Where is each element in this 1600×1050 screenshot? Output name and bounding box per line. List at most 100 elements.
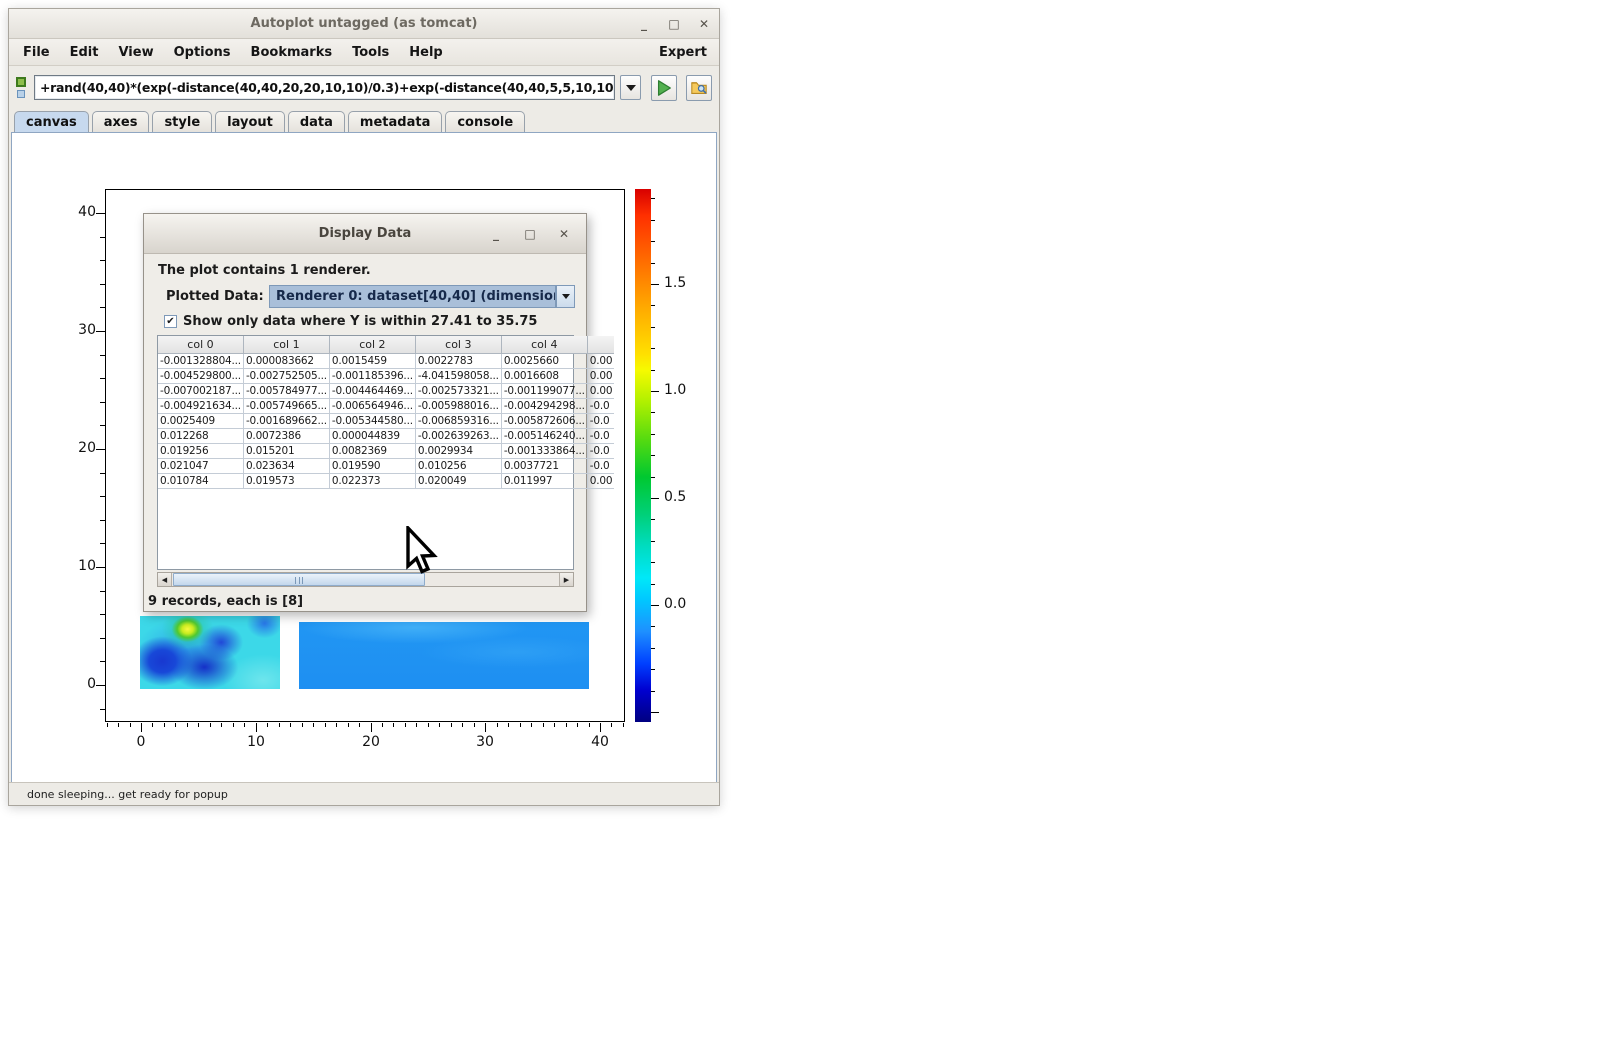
table-cell[interactable]: 0.00: [587, 473, 614, 488]
table-cell[interactable]: -0.005872606...: [501, 413, 587, 428]
menu-item-tools[interactable]: Tools: [342, 45, 399, 60]
table-cell[interactable]: 0.021047: [158, 458, 243, 473]
table-cell[interactable]: 0.022373: [329, 473, 415, 488]
column-header[interactable]: col 4: [501, 336, 587, 353]
table-cell[interactable]: -0.005988016...: [415, 398, 501, 413]
table-cell[interactable]: -0.005146240...: [501, 428, 587, 443]
table-cell[interactable]: 0.019590: [329, 458, 415, 473]
menu-item-view[interactable]: View: [108, 45, 163, 60]
axis-tick: [96, 331, 105, 332]
menu-item-options[interactable]: Options: [164, 45, 241, 60]
table-cell[interactable]: -0.0: [587, 413, 614, 428]
table-cell[interactable]: -0.002573321...: [415, 383, 501, 398]
tab-console[interactable]: console: [445, 111, 525, 132]
scrollbar-thumb[interactable]: [173, 573, 425, 586]
table-cell[interactable]: -0.001199077...: [501, 383, 587, 398]
table-cell[interactable]: -0.0: [587, 458, 614, 473]
column-header[interactable]: col 0: [158, 336, 243, 353]
scrollbar-track[interactable]: [172, 573, 559, 586]
table-cell[interactable]: 0.00: [587, 353, 614, 368]
table-cell[interactable]: 0.019256: [158, 443, 243, 458]
scroll-left-button[interactable]: ◀: [158, 573, 172, 586]
plot-canvas[interactable]: Display Data _ □ ✕ The plot contains 1 r…: [11, 132, 717, 783]
table-cell[interactable]: 0.0016608: [501, 368, 587, 383]
table-cell[interactable]: 0.000083662: [243, 353, 329, 368]
table-cell[interactable]: 0.0015459: [329, 353, 415, 368]
table-cell[interactable]: -0.002752505...: [243, 368, 329, 383]
maximize-icon[interactable]: □: [667, 17, 681, 31]
table-cell[interactable]: 0.023634: [243, 458, 329, 473]
table-cell[interactable]: 0.012268: [158, 428, 243, 443]
dialog-close-icon[interactable]: ✕: [557, 227, 571, 241]
column-header[interactable]: [587, 336, 614, 353]
tab-layout[interactable]: layout: [215, 111, 285, 132]
table-cell[interactable]: 0.0037721: [501, 458, 587, 473]
table-cell[interactable]: 0.0022783: [415, 353, 501, 368]
column-header[interactable]: col 3: [415, 336, 501, 353]
table-cell[interactable]: -0.006859316...: [415, 413, 501, 428]
table-cell[interactable]: -0.0: [587, 398, 614, 413]
tab-canvas[interactable]: canvas: [14, 111, 89, 132]
table-cell[interactable]: -0.005344580...: [329, 413, 415, 428]
table-cell[interactable]: -0.001689662...: [243, 413, 329, 428]
table-cell[interactable]: -0.007002187...: [158, 383, 243, 398]
close-icon[interactable]: ✕: [697, 17, 711, 31]
menu-item-edit[interactable]: Edit: [60, 45, 109, 60]
table-cell[interactable]: 0.010784: [158, 473, 243, 488]
table-cell[interactable]: 0.0025660: [501, 353, 587, 368]
scroll-right-button[interactable]: ▶: [559, 573, 573, 586]
uri-input[interactable]: +rand(40,40)*(exp(-distance(40,40,20,20,…: [34, 75, 615, 100]
y-filter-checkbox[interactable]: ✔: [164, 315, 177, 328]
combobox-dropdown-button[interactable]: [556, 285, 575, 308]
table-cell[interactable]: 0.0029934: [415, 443, 501, 458]
table-cell[interactable]: -0.001333864...: [501, 443, 587, 458]
table-cell[interactable]: -0.002639263...: [415, 428, 501, 443]
window-titlebar[interactable]: Autoplot untagged (as tomcat) _ □ ✕: [9, 9, 719, 39]
dialog-titlebar[interactable]: Display Data _ □ ✕: [144, 214, 586, 254]
table-cell[interactable]: -0.005784977...: [243, 383, 329, 398]
menu-item-help[interactable]: Help: [399, 45, 452, 60]
table-cell[interactable]: -0.005749665...: [243, 398, 329, 413]
go-button[interactable]: [651, 75, 677, 101]
table-cell[interactable]: -0.004294298...: [501, 398, 587, 413]
plot-layers-icon[interactable]: [16, 75, 29, 101]
dialog-minimize-icon[interactable]: _: [489, 227, 503, 241]
uri-dropdown-button[interactable]: [620, 75, 641, 100]
table-cell[interactable]: 0.00: [587, 368, 614, 383]
table-cell[interactable]: 0.019573: [243, 473, 329, 488]
plotted-data-combobox[interactable]: Renderer 0: dataset[40,40] (dimension...: [269, 285, 556, 308]
table-cell[interactable]: -0.001328804...: [158, 353, 243, 368]
table-cell[interactable]: 0.000044839: [329, 428, 415, 443]
table-cell[interactable]: -0.0: [587, 428, 614, 443]
colorbar-wedge[interactable]: [635, 189, 651, 722]
tab-metadata[interactable]: metadata: [348, 111, 442, 132]
tab-data[interactable]: data: [288, 111, 345, 132]
table-cell[interactable]: 0.011997: [501, 473, 587, 488]
tab-axes[interactable]: axes: [92, 111, 150, 132]
table-cell[interactable]: -0.001185396...: [329, 368, 415, 383]
table-cell[interactable]: 0.0082369: [329, 443, 415, 458]
table-cell[interactable]: 0.020049: [415, 473, 501, 488]
inspect-uri-button[interactable]: [686, 75, 712, 101]
table-cell[interactable]: 0.0072386: [243, 428, 329, 443]
table-cell[interactable]: -0.0: [587, 443, 614, 458]
folder-search-icon: [690, 79, 708, 97]
table-cell[interactable]: -4.041598058...: [415, 368, 501, 383]
table-cell[interactable]: -0.006564946...: [329, 398, 415, 413]
horizontal-scrollbar[interactable]: ◀ ▶: [157, 572, 574, 587]
table-cell[interactable]: 0.00: [587, 383, 614, 398]
column-header[interactable]: col 1: [243, 336, 329, 353]
tab-style[interactable]: style: [152, 111, 212, 132]
column-header[interactable]: col 2: [329, 336, 415, 353]
menu-item-file[interactable]: File: [21, 45, 60, 60]
minimize-icon[interactable]: _: [637, 17, 651, 31]
table-cell[interactable]: 0.010256: [415, 458, 501, 473]
table-cell[interactable]: 0.015201: [243, 443, 329, 458]
dialog-maximize-icon[interactable]: □: [523, 227, 537, 241]
menu-item-expert[interactable]: Expert: [659, 45, 707, 60]
table-cell[interactable]: -0.004921634...: [158, 398, 243, 413]
menu-item-bookmarks[interactable]: Bookmarks: [241, 45, 343, 60]
table-cell[interactable]: 0.0025409: [158, 413, 243, 428]
table-cell[interactable]: -0.004464469...: [329, 383, 415, 398]
table-cell[interactable]: -0.004529800...: [158, 368, 243, 383]
